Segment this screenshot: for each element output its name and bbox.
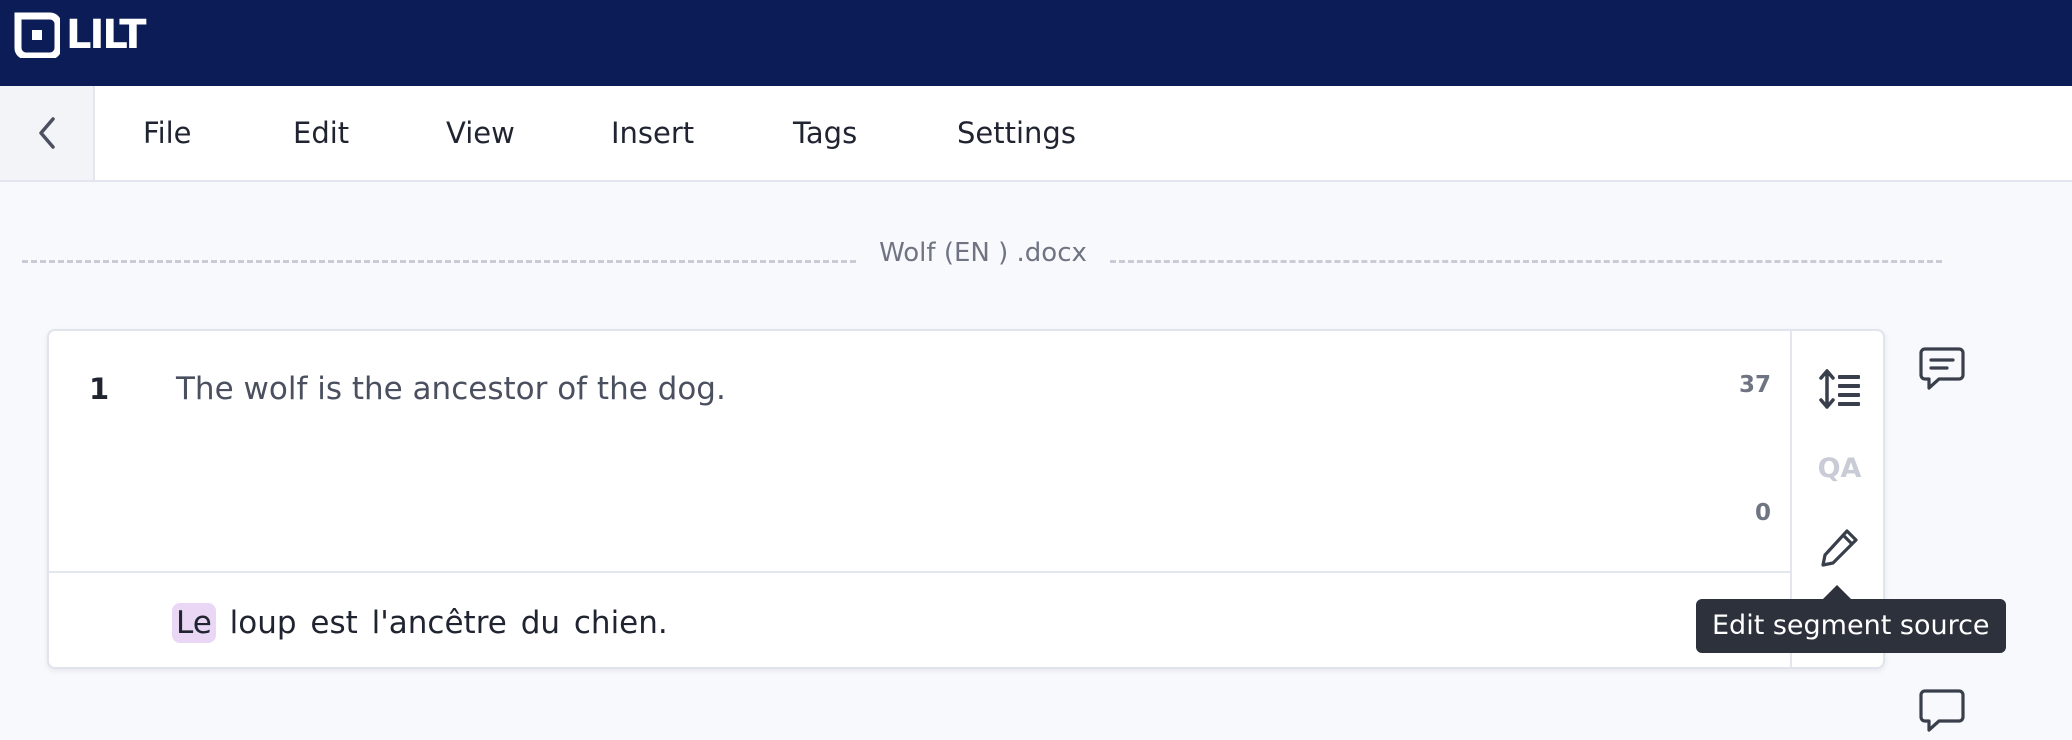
chevron-left-icon [38,117,55,149]
qa-button[interactable]: QA [1792,443,1883,493]
logo-text: LILT [66,12,147,58]
segment-divider [49,571,1792,573]
tooltip: Edit segment source [1696,599,2006,653]
lilt-logo-icon [14,12,60,58]
divider-line-left [22,260,856,263]
target-text-rest: loup est l'ancêtre du chien. [215,605,668,641]
comment-button-next[interactable] [1917,686,1967,736]
segment-source-text: The wolf is the ancestor of the dog. [176,371,726,407]
lilt-logo[interactable]: LILT [14,12,147,58]
segment-number: 1 [89,372,110,406]
comment-button[interactable] [1917,344,1967,394]
qa-label: QA [1817,452,1862,484]
source-char-count: 37 [1738,372,1771,398]
tooltip-arrow [1822,585,1852,600]
menu-bar: File Edit View Insert Tags Settings [0,86,2072,182]
file-name: Wolf (EN ) .docx [879,238,1087,268]
segment-card[interactable]: 1 The wolf is the ancestor of the dog. 3… [47,329,1885,669]
edit-source-button[interactable] [1792,517,1883,577]
line-spacing-button[interactable] [1792,359,1883,419]
pencil-icon [1820,529,1858,567]
target-char-count: 0 [1754,500,1771,526]
comment-icon [1919,689,1965,732]
menu-edit[interactable]: Edit [293,86,349,180]
segment-target-text[interactable]: Le loup est l'ancêtre du chien. [172,601,668,645]
menu-view[interactable]: View [446,86,515,180]
menu-tags[interactable]: Tags [793,86,857,180]
menu-file[interactable]: File [143,86,192,180]
back-button[interactable] [0,86,95,180]
target-highlight: Le [172,603,216,643]
top-bar: LILT [0,0,2072,86]
file-divider: Wolf (EN ) .docx [22,238,1942,268]
menu-insert[interactable]: Insert [611,86,694,180]
menu-settings[interactable]: Settings [957,86,1076,180]
comment-icon [1919,347,1965,390]
line-spacing-icon [1818,369,1860,409]
divider-line-right [1110,260,1942,263]
